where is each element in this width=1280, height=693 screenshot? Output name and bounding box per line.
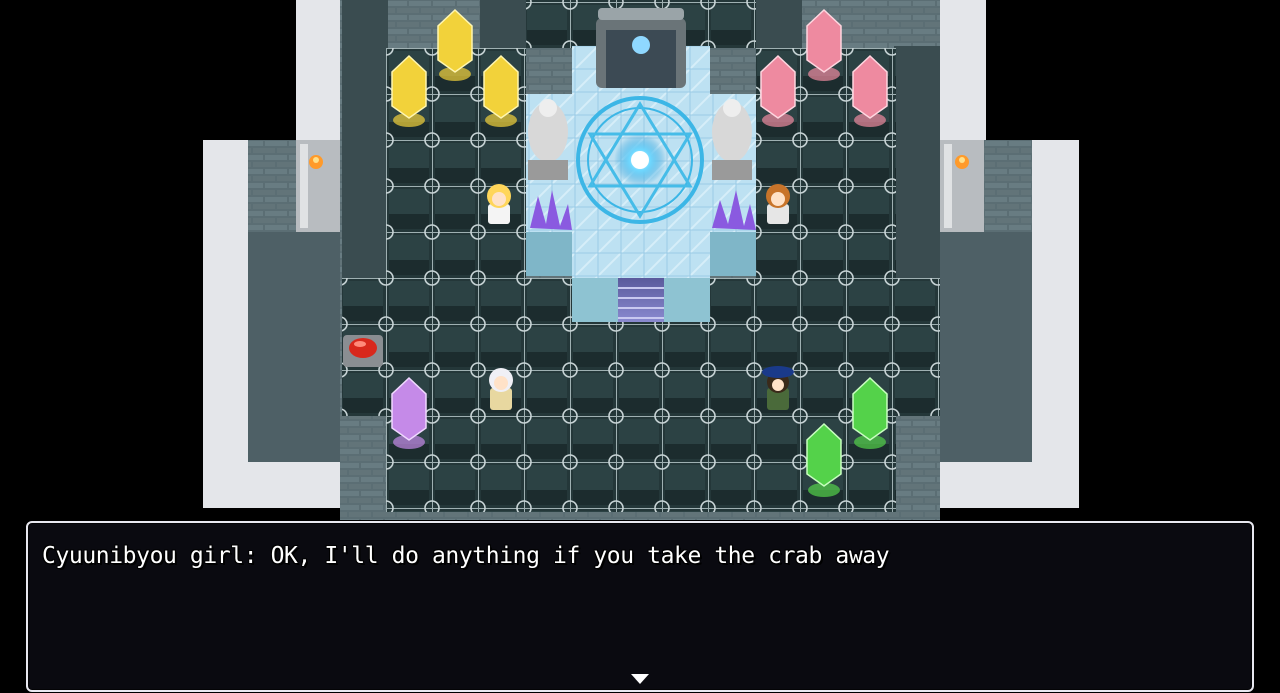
yellow-crystal[interactable] (437, 8, 473, 81)
dialogue-box[interactable]: Cyuunibyou girl: OK, I'll do anything if… (26, 521, 1254, 692)
advance-arrow-icon[interactable] (631, 674, 649, 684)
angel-statue-left (528, 99, 568, 180)
pink-crystal[interactable] (760, 54, 796, 127)
green-crystal[interactable] (852, 376, 888, 449)
pillar-torch-left (296, 140, 340, 232)
green-crystal[interactable] (806, 422, 842, 497)
yellow-crystal[interactable] (391, 54, 427, 127)
purple-crystal[interactable] (391, 376, 427, 449)
pink-crystal[interactable] (852, 54, 888, 127)
yellow-crystal[interactable] (483, 54, 519, 127)
brown-haired-girl-character[interactable] (766, 184, 790, 224)
red-switch[interactable] (343, 335, 383, 367)
angel-statue-right (712, 99, 752, 180)
blonde-girl-character[interactable] (487, 184, 511, 224)
dialogue-text: Cyuunibyou girl: OK, I'll do anything if… (42, 543, 890, 569)
white-haired-player-character[interactable] (489, 368, 513, 410)
pink-crystal[interactable] (806, 8, 842, 81)
pillar-torch-right (940, 140, 984, 232)
stone-gate (596, 8, 686, 88)
